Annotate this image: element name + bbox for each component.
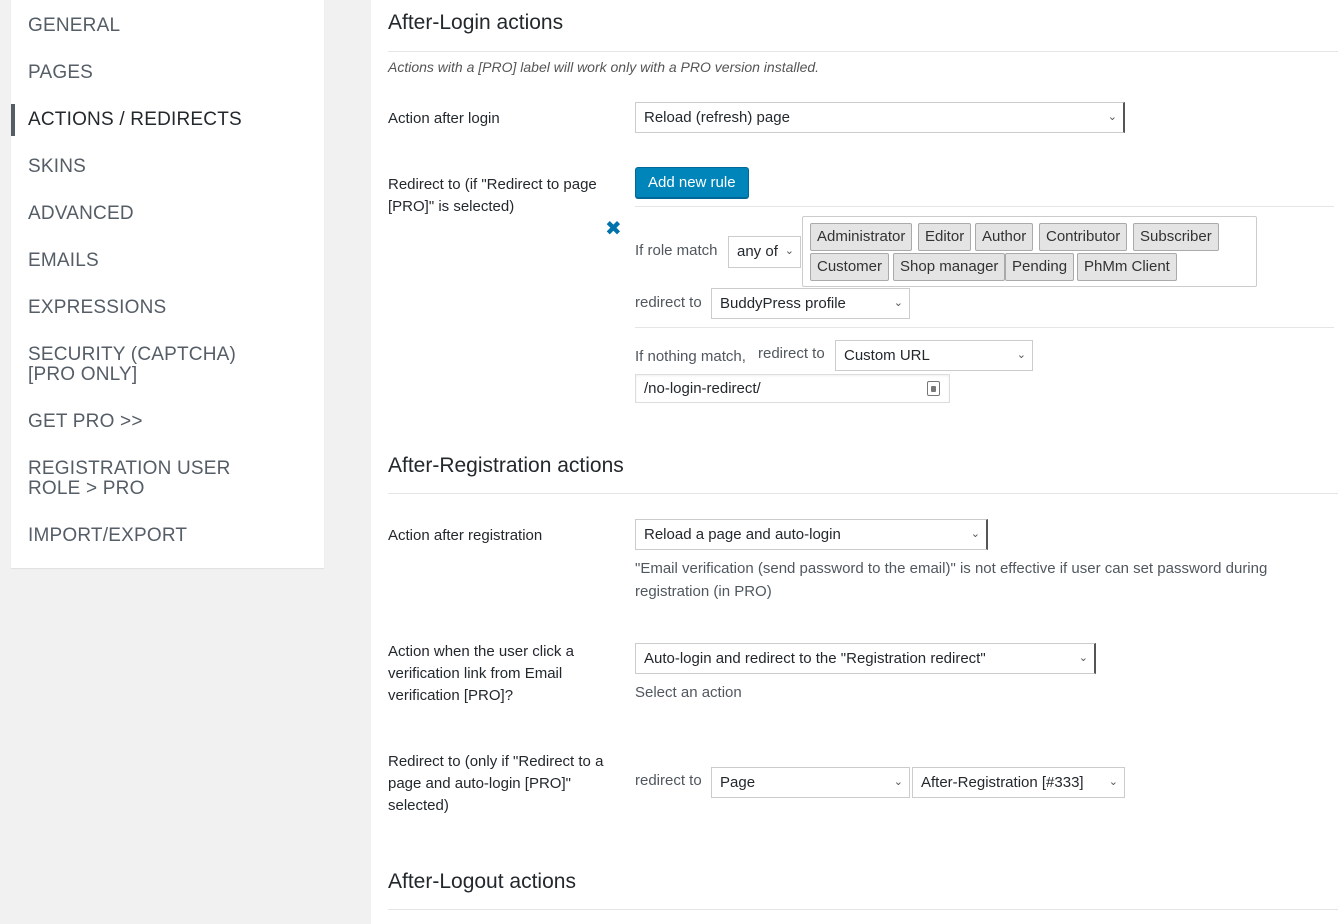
chevron-down-icon: ⌄ xyxy=(893,776,903,788)
role-tag[interactable]: Author xyxy=(975,223,1034,251)
sidebar-item-actions-redirects[interactable]: ACTIONS / REDIRECTS xyxy=(11,104,324,136)
sidebar-item-general[interactable]: GENERAL xyxy=(11,16,324,36)
action-after-registration-value: Reload a page and auto-login xyxy=(644,526,841,543)
sidebar-item-registration-user-role[interactable]: REGISTRATION USER ROLE > PRO xyxy=(11,459,301,499)
chevron-down-icon: ⌄ xyxy=(1078,652,1088,664)
verification-action-value: Auto-login and redirect to the "Registra… xyxy=(644,650,986,667)
registration-redirect-to-label: redirect to xyxy=(635,772,702,789)
divider xyxy=(388,493,1338,494)
role-multiselect[interactable]: Administrator Editor Author Contributor … xyxy=(802,216,1257,287)
sidebar-item-import-export[interactable]: IMPORT/EXPORT xyxy=(11,526,324,546)
chevron-down-icon: ⌄ xyxy=(970,528,980,540)
sidebar-item-advanced[interactable]: ADVANCED xyxy=(11,204,324,224)
chevron-down-icon: ⌄ xyxy=(1108,776,1118,788)
registration-help-text: "Email verification (send password to th… xyxy=(635,560,1268,600)
chevron-down-icon: ⌄ xyxy=(1016,349,1026,361)
verification-action-select[interactable]: Auto-login and redirect to the "Registra… xyxy=(635,643,1096,674)
after-login-heading: After-Login actions xyxy=(388,11,564,34)
role-tag[interactable]: Editor xyxy=(918,223,972,251)
rule-redirect-value: BuddyPress profile xyxy=(720,295,846,312)
role-tag[interactable]: Subscriber xyxy=(1133,223,1219,251)
registration-redirect-type-select[interactable]: Page ⌄ xyxy=(711,767,910,798)
role-match-mode-select[interactable]: any of ⌄ xyxy=(728,236,801,268)
nothing-match-label: If nothing match, xyxy=(635,348,746,365)
divider xyxy=(388,51,1338,52)
remove-icon[interactable]: ✖ xyxy=(605,216,622,241)
action-after-login-label: Action after login xyxy=(388,110,500,127)
divider xyxy=(635,206,1334,207)
sidebar-item-get-pro[interactable]: GET PRO >> xyxy=(11,412,324,432)
action-after-login-select[interactable]: Reload (refresh) page ⌄ xyxy=(635,102,1125,133)
rule-redirect-select[interactable]: BuddyPress profile ⌄ xyxy=(711,288,910,319)
pro-note: Actions with a [PRO] label will work onl… xyxy=(388,59,820,75)
role-tag[interactable]: Customer xyxy=(810,253,890,281)
action-after-registration-label: Action after registration xyxy=(388,527,543,544)
sidebar-item-pages[interactable]: PAGES xyxy=(11,63,324,83)
settings-sidebar: GENERAL PAGES ACTIONS / REDIRECTS SKINS … xyxy=(11,0,324,568)
add-new-rule-button[interactable]: Add new rule xyxy=(635,167,749,198)
rule-redirect-label: redirect to xyxy=(635,294,702,311)
password-field-icon xyxy=(927,381,940,396)
chevron-down-icon: ⌄ xyxy=(784,245,794,257)
action-after-login-value: Reload (refresh) page xyxy=(644,109,790,126)
registration-redirect-page-value: After-Registration [#333] xyxy=(921,774,1084,791)
verification-help-text: Select an action xyxy=(635,684,742,701)
role-tag[interactable]: Shop manager xyxy=(893,253,1006,281)
role-tag[interactable]: Pending xyxy=(1005,253,1075,281)
after-logout-heading: After-Logout actions xyxy=(388,870,576,893)
registration-redirect-label: Redirect to (only if "Redirect to a page… xyxy=(388,753,604,814)
registration-redirect-page-select[interactable]: After-Registration [#333] ⌄ xyxy=(912,767,1125,798)
nothing-match-redirect-label: redirect to xyxy=(758,345,825,362)
chevron-down-icon: ⌄ xyxy=(1107,111,1117,123)
registration-redirect-type-value: Page xyxy=(720,774,756,791)
fallback-redirect-value: Custom URL xyxy=(844,347,930,364)
login-redirect-label: Redirect to (if "Redirect to page [PRO]"… xyxy=(388,176,597,215)
settings-main-panel: After-Login actions Actions with a [PRO]… xyxy=(371,0,1338,924)
divider xyxy=(388,909,1338,910)
action-after-registration-select[interactable]: Reload a page and auto-login ⌄ xyxy=(635,519,988,550)
sidebar-item-emails[interactable]: EMAILS xyxy=(11,251,324,271)
verification-action-label: Action when the user click a verificatio… xyxy=(388,643,574,704)
custom-url-input[interactable]: /no-login-redirect/ xyxy=(635,374,950,403)
sidebar-item-expressions[interactable]: EXPRESSIONS xyxy=(11,298,324,318)
role-tag[interactable]: PhMm Client xyxy=(1077,253,1177,281)
chevron-down-icon: ⌄ xyxy=(893,297,903,309)
sidebar-item-skins[interactable]: SKINS xyxy=(11,157,324,177)
custom-url-value: /no-login-redirect/ xyxy=(644,380,761,397)
role-tag[interactable]: Administrator xyxy=(810,223,913,251)
role-match-label: If role match xyxy=(635,242,718,259)
role-match-mode-value: any of xyxy=(737,243,778,260)
after-registration-heading: After-Registration actions xyxy=(388,454,624,477)
sidebar-item-security-captcha[interactable]: SECURITY (CAPTCHA) [PRO ONLY] xyxy=(11,345,301,385)
divider xyxy=(635,327,1334,328)
fallback-redirect-select[interactable]: Custom URL ⌄ xyxy=(835,340,1033,371)
role-tag[interactable]: Contributor xyxy=(1039,223,1128,251)
